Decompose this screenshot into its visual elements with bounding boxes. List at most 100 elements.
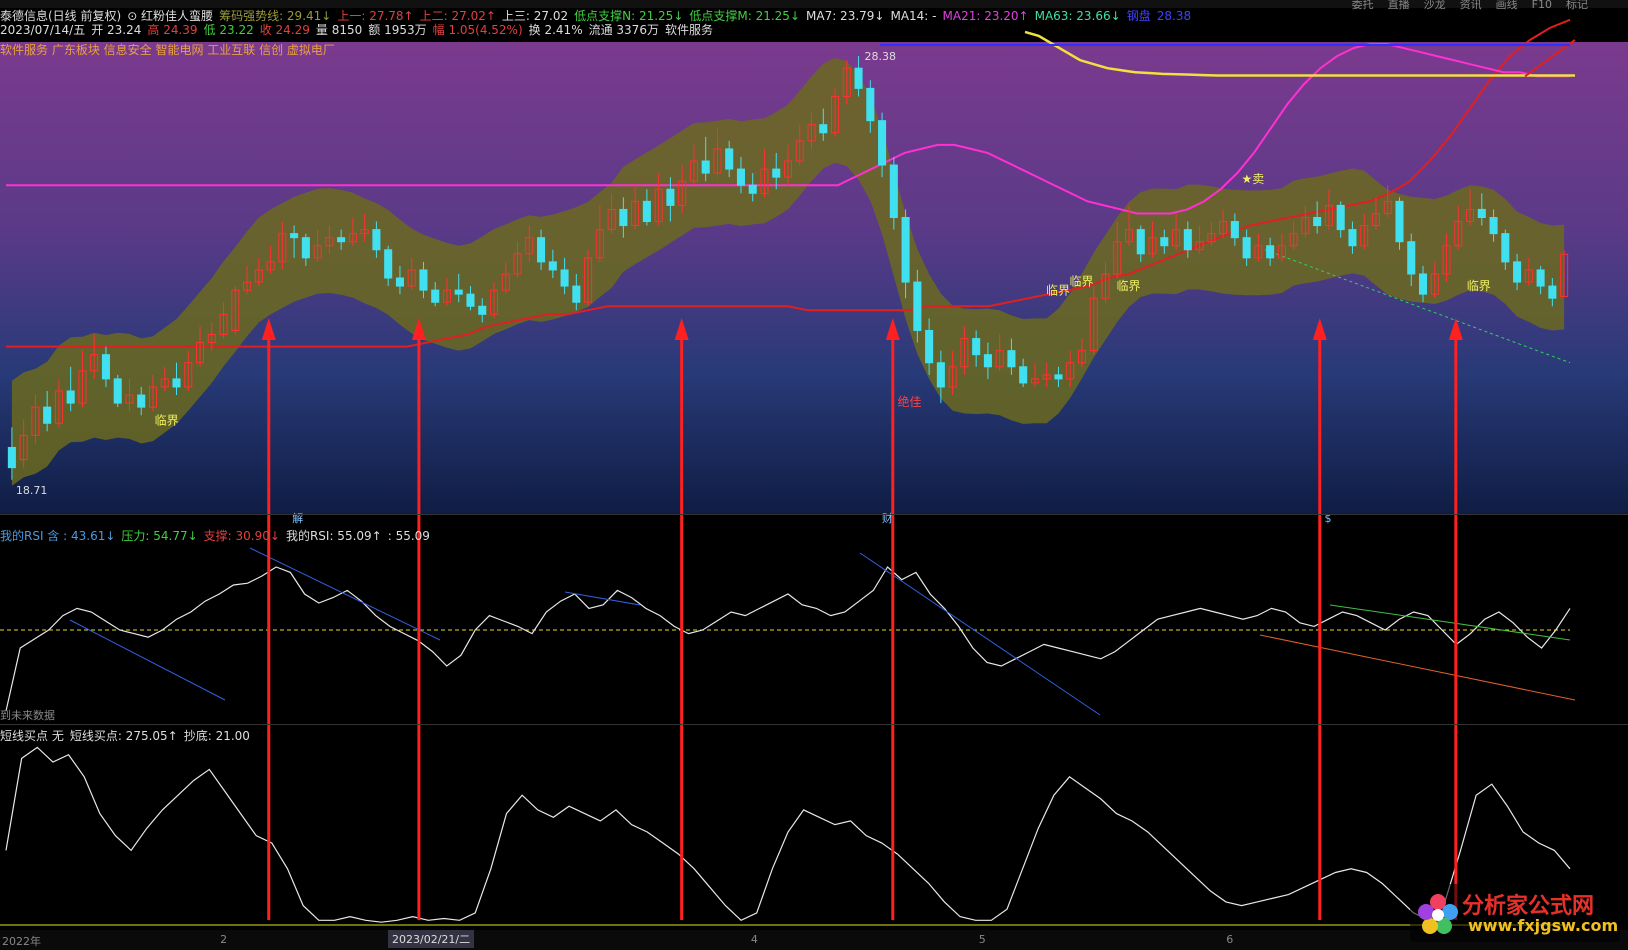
candle-body [1266, 245, 1275, 259]
candle-body [337, 237, 346, 243]
indicator-value: 低点支撑M: 21.25↓ [689, 9, 800, 23]
indicator-value: MA7: 23.79↓ [806, 9, 885, 23]
candle-body [936, 362, 945, 388]
candle-body [395, 277, 404, 287]
rsi-trend-line [1259, 634, 1576, 701]
candle-body [43, 406, 52, 424]
candle-body [925, 329, 934, 364]
candle-body [372, 229, 381, 251]
signal-label: 临界 [155, 413, 179, 427]
candle-body [290, 233, 299, 239]
ohlc-value: 量 8150 [315, 23, 363, 37]
candle-body [854, 67, 863, 89]
header-ohlc-line: 2023/07/14/五开 23.24 高 24.39 低 23.22 收 24.29… [0, 22, 719, 38]
candle-body [901, 216, 910, 283]
candle-body [431, 289, 440, 303]
candle-body [1230, 221, 1239, 239]
scroll-date-label[interactable]: 2023/02/21/二 [388, 930, 475, 948]
buy-signal-arrowhead [885, 318, 900, 340]
candle-body [619, 208, 628, 227]
rsi-line [5, 566, 1571, 712]
signal-label: ★卖 [1242, 172, 1265, 186]
candle-body [478, 305, 487, 315]
indicator-value: MA21: 23.20↑ [942, 9, 1029, 23]
candle-body [819, 124, 828, 134]
candle-body [913, 281, 922, 331]
candle-body [1019, 366, 1028, 384]
axis-tick-label: 2 [220, 933, 228, 946]
indicator-value: 钢盘 [1126, 9, 1151, 23]
sector-tags: 软件服务 广东板块 信息安全 智能电网 工业互联 信创 虚拟电厂 [0, 43, 335, 57]
candle-body [1489, 216, 1498, 235]
ohlc-value: 换 2.41% [528, 23, 583, 37]
indicator-value: 上一: 27.78↑ [337, 9, 414, 23]
candle-body [572, 285, 581, 303]
buy-signal-arrowhead [674, 318, 689, 340]
rsi-legend: 我的RSI 含 : 43.61↓ 压力: 54.77↓ 支撑: 30.90↓ 我的RS… [0, 528, 436, 544]
rsi-trend-line [249, 547, 441, 641]
indicator-value: 上三: 27.02 [501, 9, 569, 23]
rsi-trend-line [564, 591, 641, 606]
rsi-trend-line [859, 552, 1101, 716]
short-term-legend-item: 短线买点: 275.05↑ [69, 729, 178, 743]
indicator-value: MA14: - [890, 9, 937, 23]
signal-label: 临界 [1046, 284, 1070, 298]
low-price-label: 18.71 [16, 484, 48, 497]
candle-body [1348, 229, 1357, 247]
future-data-label: 到未来数据 [0, 709, 55, 722]
candle-body [1536, 269, 1545, 287]
candle-body [1407, 241, 1416, 275]
candle-body [137, 394, 146, 408]
candle-body [1418, 273, 1428, 295]
ohlc-value: 额 1953万 [368, 23, 427, 37]
candle-body [1313, 216, 1322, 227]
candle-body [454, 289, 463, 295]
candle-body [384, 249, 393, 279]
rsi-legend-item: 压力: 54.77↓ [121, 529, 198, 543]
watermark-logo: 分析家公式网 www.fxjgsw.com [1410, 884, 1620, 942]
indicator-value: MA63: 23.66↓ [1034, 9, 1121, 23]
candle-body [113, 378, 122, 404]
indicator-value: 筹码强势线: 29.41↓ [219, 9, 332, 23]
short-term-legend-item: 抄底: 21.00 [183, 729, 250, 743]
short-term-line [5, 746, 1571, 923]
time-axis[interactable] [0, 930, 1628, 950]
ohlc-value: 幅 1.05(4.52%) [432, 23, 523, 37]
candle-body [537, 237, 546, 263]
signal-label: 绝佳 [897, 394, 921, 409]
indicator-value: 泰德信息(日线 前复权) [0, 9, 122, 23]
candle-body [1395, 200, 1404, 243]
candle-body [1136, 229, 1145, 255]
candle-body [1501, 233, 1510, 263]
buy-signal-arrowhead [261, 318, 276, 340]
candle-body [301, 237, 310, 259]
ohlc-value: 2023/07/14/五 [0, 23, 86, 37]
candle-body [66, 390, 75, 404]
ohlc-value: 开 23.24 [91, 23, 142, 37]
candle-body [701, 160, 710, 174]
candle-body [1477, 208, 1486, 218]
candle-body [666, 188, 675, 206]
candle-body [725, 148, 734, 170]
candle-body [983, 354, 992, 368]
candle-body [1242, 237, 1251, 259]
axis-tick-label: 2022年 [2, 935, 41, 948]
short-term-legend-item: 短线买点 无 [0, 729, 64, 743]
buy-signal-arrowhead [1312, 318, 1327, 340]
candle-body [7, 446, 16, 469]
candle-body [1548, 285, 1557, 299]
candle-body [419, 269, 428, 291]
candle-body [560, 269, 569, 287]
candle-body [1336, 204, 1345, 231]
candle-body [972, 338, 981, 356]
candle-body [548, 261, 557, 271]
ohlc-value: 流通 3376万 [588, 23, 659, 37]
rsi-trend-line [69, 619, 226, 701]
signal-label: 临界 [1116, 279, 1140, 293]
axis-tick-label: 6 [1226, 933, 1234, 946]
signal-label: 临界 [1467, 279, 1491, 293]
candle-body [101, 354, 110, 380]
logo-url: www.fxjgsw.com [1468, 916, 1619, 935]
ohlc-value: 收 24.29 [259, 23, 310, 37]
indicator-value: 低点支撑N: 21.25↓ [574, 9, 684, 23]
